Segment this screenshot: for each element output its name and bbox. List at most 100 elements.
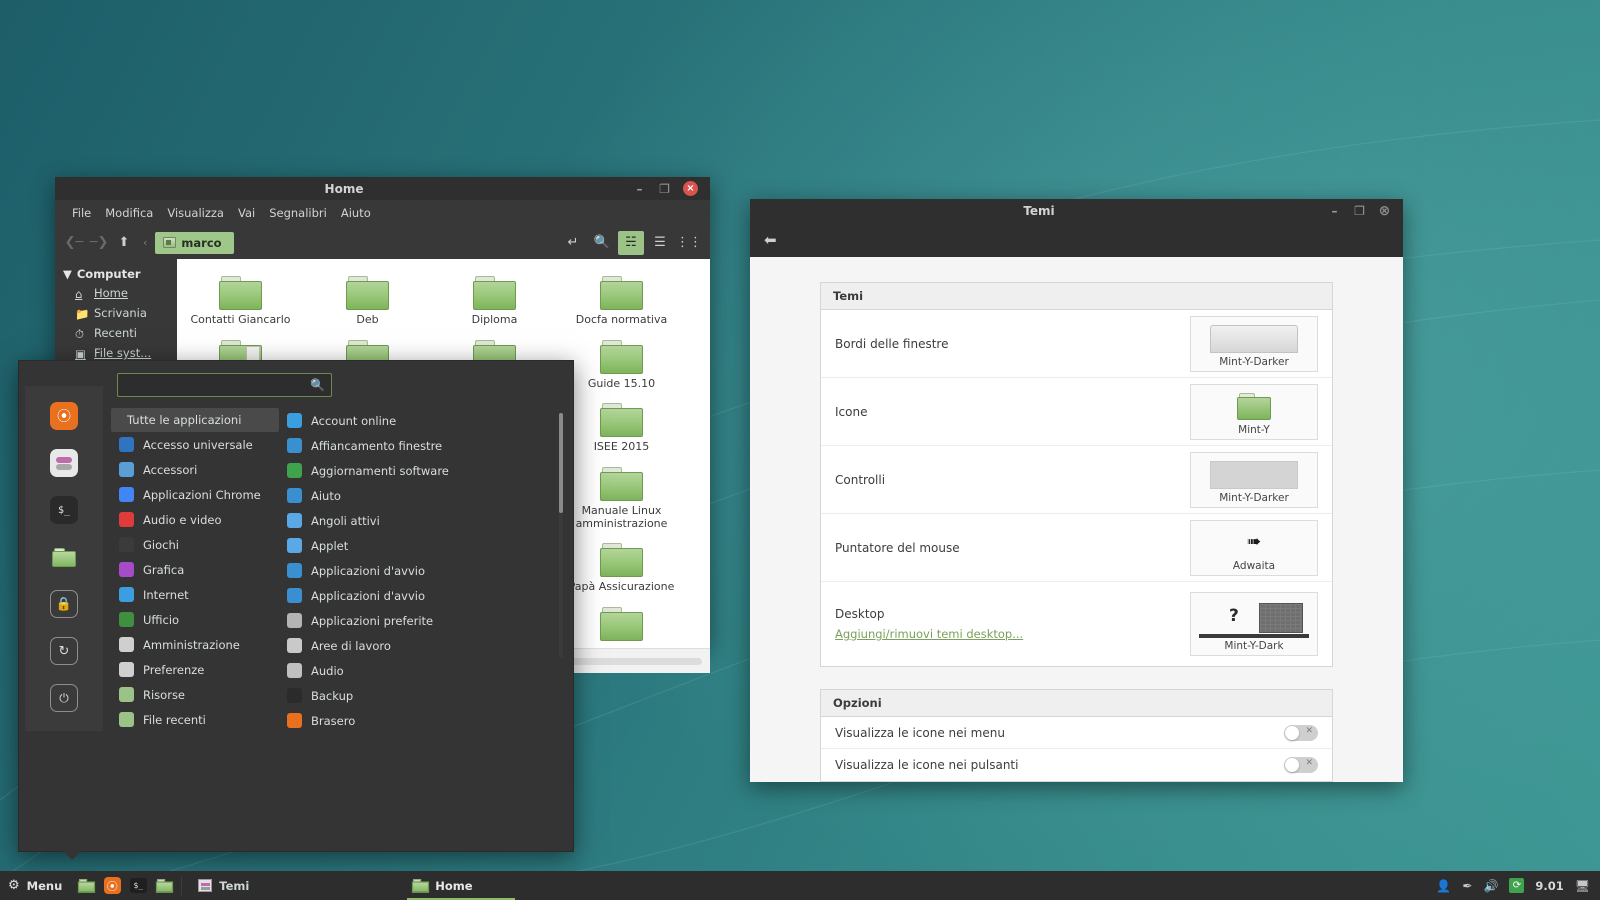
menu-file[interactable]: File bbox=[65, 204, 98, 222]
search-icon[interactable]: 🔍 bbox=[589, 231, 615, 255]
menu-item-window-tiling[interactable]: Affiancamento finestre bbox=[279, 433, 559, 458]
themes-titlebar[interactable]: Temi – ❐ ⊗ bbox=[750, 199, 1403, 222]
icons-in-buttons-toggle[interactable]: ✕ bbox=[1284, 757, 1318, 773]
menu-item-sound[interactable]: Audio bbox=[279, 658, 559, 683]
sidebar-item-home[interactable]: ⌂ Home bbox=[55, 283, 177, 303]
menu-item-office[interactable]: Ufficio bbox=[111, 607, 279, 632]
menu-modifica[interactable]: Modifica bbox=[98, 204, 160, 222]
menu-item-all-apps[interactable]: Tutte le applicazioni bbox=[111, 408, 279, 432]
menu-item-preferred-apps[interactable]: Applicazioni preferite bbox=[279, 608, 559, 633]
taskbar-task-temi[interactable]: Temi bbox=[186, 871, 306, 900]
menu-segnalibri[interactable]: Segnalibri bbox=[262, 204, 334, 222]
files-icon[interactable] bbox=[151, 871, 177, 900]
menu-item-online-accounts[interactable]: Account online bbox=[279, 408, 559, 433]
system-tray[interactable]: 👤 ✒ 🔊 ⟳ 9.01 🖥 bbox=[1436, 878, 1600, 893]
taskbar-task-home[interactable]: Home bbox=[401, 871, 521, 900]
menu-item-administration[interactable]: Amministrazione bbox=[111, 632, 279, 657]
icon-view-icon[interactable]: ☵ bbox=[618, 231, 644, 255]
menu-item-accessibility[interactable]: Accesso universale bbox=[111, 432, 279, 457]
row-icons[interactable]: Icone Mint-Y bbox=[821, 378, 1332, 446]
search-wrapper[interactable]: 🔍 bbox=[117, 373, 332, 397]
menu-item-places[interactable]: Risorse bbox=[111, 682, 279, 707]
files-icon[interactable] bbox=[50, 543, 78, 571]
workspace-switcher-icon[interactable]: 🖥 bbox=[1575, 879, 1590, 893]
breadcrumb-marco[interactable]: marco bbox=[155, 232, 233, 254]
sidebar-item-scrivania[interactable]: 📁 Scrivania bbox=[55, 303, 177, 323]
menu-item-recent-files[interactable]: File recenti bbox=[111, 707, 279, 732]
icons-in-menus-toggle[interactable]: ✕ bbox=[1284, 725, 1318, 741]
breadcrumb-overflow-icon[interactable]: ‹ bbox=[138, 236, 152, 249]
row-desktop[interactable]: Desktop Aggiungi/rimuovi temi desktop...… bbox=[821, 582, 1332, 666]
row-window-borders[interactable]: Bordi delle finestre Mint-Y-Darker bbox=[821, 310, 1332, 378]
file-item[interactable]: Diploma bbox=[431, 271, 558, 335]
file-item[interactable]: ISEE 2015 bbox=[558, 398, 685, 462]
forward-button[interactable]: ─❯ bbox=[88, 232, 110, 254]
menu-item-workspaces[interactable]: Aree di lavoro bbox=[279, 633, 559, 658]
clock[interactable]: 9.01 bbox=[1535, 879, 1563, 893]
menu-item-brasero[interactable]: Brasero bbox=[279, 708, 559, 733]
application-menu[interactable]: ⦿$_🔒↻⏻ 🔍 Tutte le applicazioniAccesso un… bbox=[18, 360, 574, 852]
menu-vai[interactable]: Vai bbox=[231, 204, 262, 222]
menu-item-backup[interactable]: Backup bbox=[279, 683, 559, 708]
menu-item-chrome[interactable]: Applicazioni Chrome bbox=[111, 482, 279, 507]
menu-aiuto[interactable]: Aiuto bbox=[334, 204, 378, 222]
menu-item-startup-apps[interactable]: Applicazioni d'avvio bbox=[279, 558, 559, 583]
show-desktop-icon[interactable] bbox=[73, 871, 99, 900]
menu-visualizza[interactable]: Visualizza bbox=[160, 204, 231, 222]
menu-item-hot-corners[interactable]: Angoli attivi bbox=[279, 508, 559, 533]
shutdown-icon[interactable]: ⏻ bbox=[50, 684, 78, 712]
window-borders-theme-button[interactable]: Mint-Y-Darker bbox=[1190, 316, 1318, 372]
file-item[interactable]: Papà Assicurazione bbox=[558, 538, 685, 602]
pointer-theme-button[interactable]: ➠ Adwaita bbox=[1190, 520, 1318, 576]
file-item[interactable]: Contatti Giancarlo bbox=[177, 271, 304, 335]
firefox-icon[interactable]: ⦿ bbox=[50, 402, 78, 430]
menu-item-preferences[interactable]: Preferenze bbox=[111, 657, 279, 682]
minimize-button[interactable]: – bbox=[633, 182, 646, 195]
row-mouse-pointer[interactable]: Puntatore del mouse ➠ Adwaita bbox=[821, 514, 1332, 582]
taskbar-menu-button[interactable]: ⚙ Menu bbox=[0, 871, 73, 900]
close-button[interactable]: ⊗ bbox=[1378, 204, 1391, 217]
menu-item-software-updates[interactable]: Aggiornamenti software bbox=[279, 458, 559, 483]
applications-column[interactable]: Account onlineAffiancamento finestreAggi… bbox=[279, 408, 559, 733]
compact-view-icon[interactable]: ⋮⋮ bbox=[676, 231, 702, 255]
menu-item-accessories[interactable]: Accessori bbox=[111, 457, 279, 482]
menu-item-applet[interactable]: Applet bbox=[279, 533, 559, 558]
file-item[interactable]: Docfa normativa bbox=[558, 271, 685, 335]
up-button[interactable]: ⬆ bbox=[113, 232, 135, 254]
terminal-icon[interactable]: $_ bbox=[125, 871, 151, 900]
menu-item-graphics[interactable]: Grafica bbox=[111, 557, 279, 582]
row-controls[interactable]: Controlli Mint-Y-Darker bbox=[821, 446, 1332, 514]
file-manager-menubar[interactable]: File Modifica Visualizza Vai Segnalibri … bbox=[55, 200, 710, 226]
taskbar[interactable]: ⚙ Menu ⦿ $_ Temi Home 👤 ✒ 🔊 ⟳ 9.01 🖥 bbox=[0, 871, 1600, 900]
sidebar-item-recenti[interactable]: ⏱ Recenti bbox=[55, 323, 177, 343]
menu-item-help[interactable]: Aiuto bbox=[279, 483, 559, 508]
settings-icon[interactable] bbox=[50, 449, 78, 477]
close-button[interactable]: × bbox=[683, 181, 698, 196]
search-input[interactable] bbox=[117, 373, 332, 397]
volume-icon[interactable]: 🔊 bbox=[1483, 879, 1498, 893]
option-icons-in-buttons[interactable]: Visualizza le icone nei pulsanti ✕ bbox=[821, 749, 1332, 781]
minimize-button[interactable]: – bbox=[1328, 204, 1341, 217]
back-button[interactable]: ❮─ bbox=[63, 232, 85, 254]
sidebar-group-computer[interactable]: ▼ Computer bbox=[55, 265, 177, 283]
option-icons-in-menus[interactable]: Visualizza le icone nei menu ✕ bbox=[821, 717, 1332, 749]
lock-screen-icon[interactable]: 🔒 bbox=[50, 590, 78, 618]
list-view-icon[interactable]: ☰ bbox=[647, 231, 673, 255]
terminal-icon[interactable]: $_ bbox=[50, 496, 78, 524]
categories-column[interactable]: Tutte le applicazioniAccesso universaleA… bbox=[111, 408, 279, 733]
firefox-icon[interactable]: ⦿ bbox=[99, 871, 125, 900]
menu-item-startup-apps[interactable]: Applicazioni d'avvio bbox=[279, 583, 559, 608]
file-manager-toolbar[interactable]: ❮─ ─❯ ⬆ ‹ marco ↵ 🔍 ☵ ☰ ⋮⋮ bbox=[55, 226, 710, 259]
maximize-button[interactable]: ❐ bbox=[658, 182, 671, 195]
file-manager-titlebar[interactable]: Home – ❐ × bbox=[55, 177, 710, 200]
back-arrow-icon[interactable]: ⬅ bbox=[764, 231, 777, 249]
file-item[interactable]: Guide 15.10 bbox=[558, 335, 685, 399]
bluetooth-icon[interactable]: ✒ bbox=[1462, 879, 1472, 893]
maximize-button[interactable]: ❐ bbox=[1353, 204, 1366, 217]
controls-theme-button[interactable]: Mint-Y-Darker bbox=[1190, 452, 1318, 508]
applications-scrollbar[interactable] bbox=[559, 413, 563, 658]
user-icon[interactable]: 👤 bbox=[1436, 879, 1451, 893]
add-remove-desktop-themes-link[interactable]: Aggiungi/rimuovi temi desktop... bbox=[835, 627, 1023, 641]
menu-item-internet[interactable]: Internet bbox=[111, 582, 279, 607]
menu-item-multimedia[interactable]: Audio e video bbox=[111, 507, 279, 532]
